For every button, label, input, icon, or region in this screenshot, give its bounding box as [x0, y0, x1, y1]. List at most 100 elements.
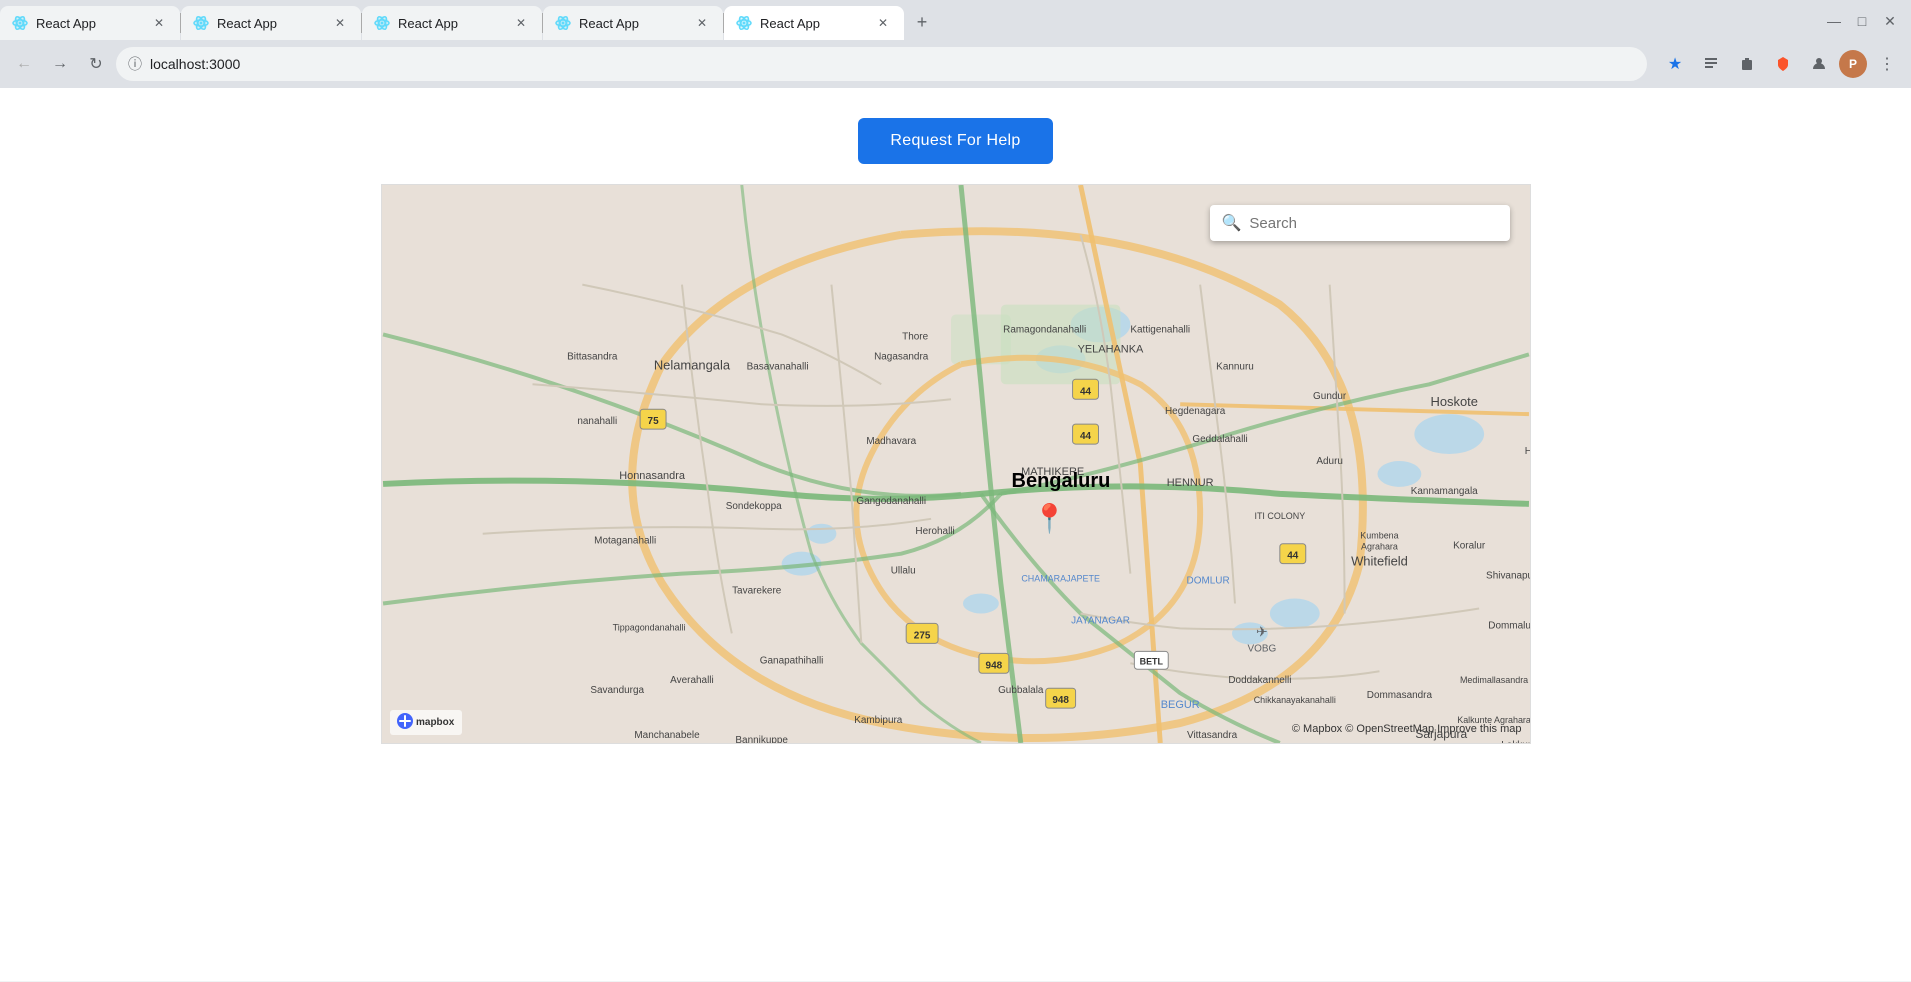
svg-text:Medimallasandra: Medimallasandra [1459, 675, 1527, 685]
menu-icon[interactable]: ⋮ [1871, 48, 1903, 80]
svg-text:948: 948 [985, 660, 1002, 671]
mapbox-logo: mapbox [390, 710, 462, 735]
svg-text:Tavarekere: Tavarekere [732, 586, 782, 597]
svg-text:275: 275 [913, 630, 930, 641]
svg-text:Kannuru: Kannuru [1216, 361, 1254, 372]
map-container[interactable]: 44 44 44 75 275 948 948 [381, 184, 1531, 744]
svg-text:CHAMARAJAPETE: CHAMARAJAPETE [1021, 574, 1100, 584]
svg-text:JAYANAGAR: JAYANAGAR [1071, 615, 1130, 626]
svg-text:mapbox: mapbox [416, 717, 455, 728]
page-content: Request For Help [0, 88, 1911, 981]
address-bar-input[interactable]: ⓘ localhost:3000 [116, 47, 1647, 81]
svg-text:Agrahara: Agrahara [1361, 542, 1398, 552]
tab-1-title: React App [36, 16, 142, 31]
bookmark-icon[interactable]: ★ [1659, 48, 1691, 80]
tab-5[interactable]: React App ✕ [724, 6, 904, 40]
svg-text:Herohalli: Herohalli [915, 526, 954, 537]
request-button-container: Request For Help [858, 88, 1052, 184]
svg-text:Savandurga: Savandurga [590, 685, 644, 696]
svg-text:Ganapathihalli: Ganapathihalli [759, 655, 823, 666]
search-icon: 🔍 [1222, 213, 1242, 233]
svg-text:Shivanapura: Shivanapura [1486, 571, 1530, 582]
improve-map-link[interactable]: Improve this map [1437, 723, 1521, 735]
map-search-box[interactable]: 🔍 [1210, 205, 1510, 241]
svg-text:YELAHANKA: YELAHANKA [1077, 343, 1143, 355]
tab-1-favicon [12, 15, 28, 31]
svg-text:Bittasandra: Bittasandra [567, 351, 618, 362]
tab-4-close[interactable]: ✕ [693, 14, 711, 32]
reading-list-icon[interactable] [1695, 48, 1727, 80]
tab-3-title: React App [398, 16, 504, 31]
map-background: 44 44 44 75 275 948 948 [382, 185, 1530, 743]
tab-3-close[interactable]: ✕ [512, 14, 530, 32]
maximize-button[interactable]: □ [1849, 8, 1875, 34]
tab-2-close[interactable]: ✕ [331, 14, 349, 32]
tab-2[interactable]: React App ✕ [181, 6, 361, 40]
close-button[interactable]: ✕ [1877, 8, 1903, 34]
svg-text:Chikkanayakanahalli: Chikkanayakanahalli [1253, 695, 1335, 705]
user-avatar[interactable]: P [1839, 50, 1867, 78]
svg-text:VOBG: VOBG [1247, 643, 1276, 654]
svg-text:Gundur: Gundur [1313, 391, 1347, 402]
svg-text:✈: ✈ [1256, 623, 1268, 639]
svg-text:Motaganahalli: Motaganahalli [594, 536, 656, 547]
tab-3[interactable]: React App ✕ [362, 6, 542, 40]
brave-lion-icon[interactable] [1767, 48, 1799, 80]
svg-text:44: 44 [1079, 431, 1091, 442]
svg-text:Kambipura: Kambipura [854, 715, 903, 726]
svg-text:948: 948 [1052, 695, 1069, 706]
info-icon: ⓘ [128, 54, 142, 74]
svg-text:Aduru: Aduru [1316, 456, 1343, 467]
svg-text:Kannamangala: Kannamangala [1410, 486, 1477, 497]
svg-text:44: 44 [1287, 551, 1299, 562]
address-bar: ← → ↻ ⓘ localhost:3000 ★ [0, 40, 1911, 88]
svg-text:ITI COLONY: ITI COLONY [1254, 511, 1305, 521]
svg-text:Manchanabele: Manchanabele [634, 730, 700, 741]
toolbar-icons: ★ [1659, 48, 1903, 80]
svg-text:Nelamangala: Nelamangala [653, 357, 730, 372]
svg-text:Sondekoppa: Sondekoppa [725, 501, 781, 512]
tab-1[interactable]: React App ✕ [0, 6, 180, 40]
tab-2-title: React App [217, 16, 323, 31]
location-pin: 📍 [1032, 502, 1067, 535]
browser-window: React App ✕ React App ✕ [0, 0, 1911, 981]
svg-text:HENNUR: HENNUR [1166, 477, 1213, 489]
city-label: Bengaluru [1012, 470, 1111, 493]
svg-text:Honnasandra: Honnasandra [619, 470, 686, 482]
tab-2-favicon [193, 15, 209, 31]
minimize-button[interactable]: — [1821, 8, 1847, 34]
map-search-input[interactable] [1249, 215, 1497, 232]
svg-text:Haraluru: Haraluru [1524, 446, 1529, 457]
svg-text:Geddalahalli: Geddalahalli [1192, 434, 1247, 445]
extensions-icon[interactable] [1731, 48, 1763, 80]
map-attribution: © Mapbox © OpenStreetMap Improve this ma… [1292, 723, 1522, 735]
svg-text:Whitefield: Whitefield [1351, 554, 1408, 569]
request-for-help-button[interactable]: Request For Help [858, 118, 1052, 164]
svg-text:Kumbena: Kumbena [1360, 531, 1398, 541]
tab-5-favicon [736, 15, 752, 31]
profile-icon[interactable] [1803, 48, 1835, 80]
tab-5-title: React App [760, 16, 866, 31]
svg-text:Kattigenahalli: Kattigenahalli [1130, 324, 1190, 335]
svg-text:Doddakannelli: Doddakannelli [1228, 675, 1291, 686]
tab-1-close[interactable]: ✕ [150, 14, 168, 32]
svg-text:Vittasandra: Vittasandra [1186, 730, 1237, 741]
tab-4-title: React App [579, 16, 685, 31]
tab-5-close[interactable]: ✕ [874, 14, 892, 32]
svg-text:Hoskote: Hoskote [1430, 394, 1477, 409]
attribution-text: © Mapbox © OpenStreetMap [1292, 723, 1434, 735]
new-tab-button[interactable]: + [908, 8, 936, 36]
svg-text:Dommasandra: Dommasandra [1366, 690, 1432, 701]
svg-text:Gangodanahalli: Gangodanahalli [856, 496, 926, 507]
svg-text:Tippagondanahalli: Tippagondanahalli [612, 622, 685, 632]
reload-button[interactable]: ↻ [80, 48, 112, 80]
url-display: localhost:3000 [150, 56, 1635, 72]
forward-button[interactable]: → [44, 48, 76, 80]
svg-text:75: 75 [647, 416, 659, 427]
svg-text:Nagasandra: Nagasandra [874, 351, 929, 362]
tab-3-favicon [374, 15, 390, 31]
svg-text:Thore: Thore [902, 331, 928, 342]
back-button[interactable]: ← [8, 48, 40, 80]
tab-4[interactable]: React App ✕ [543, 6, 723, 40]
tab-4-favicon [555, 15, 571, 31]
